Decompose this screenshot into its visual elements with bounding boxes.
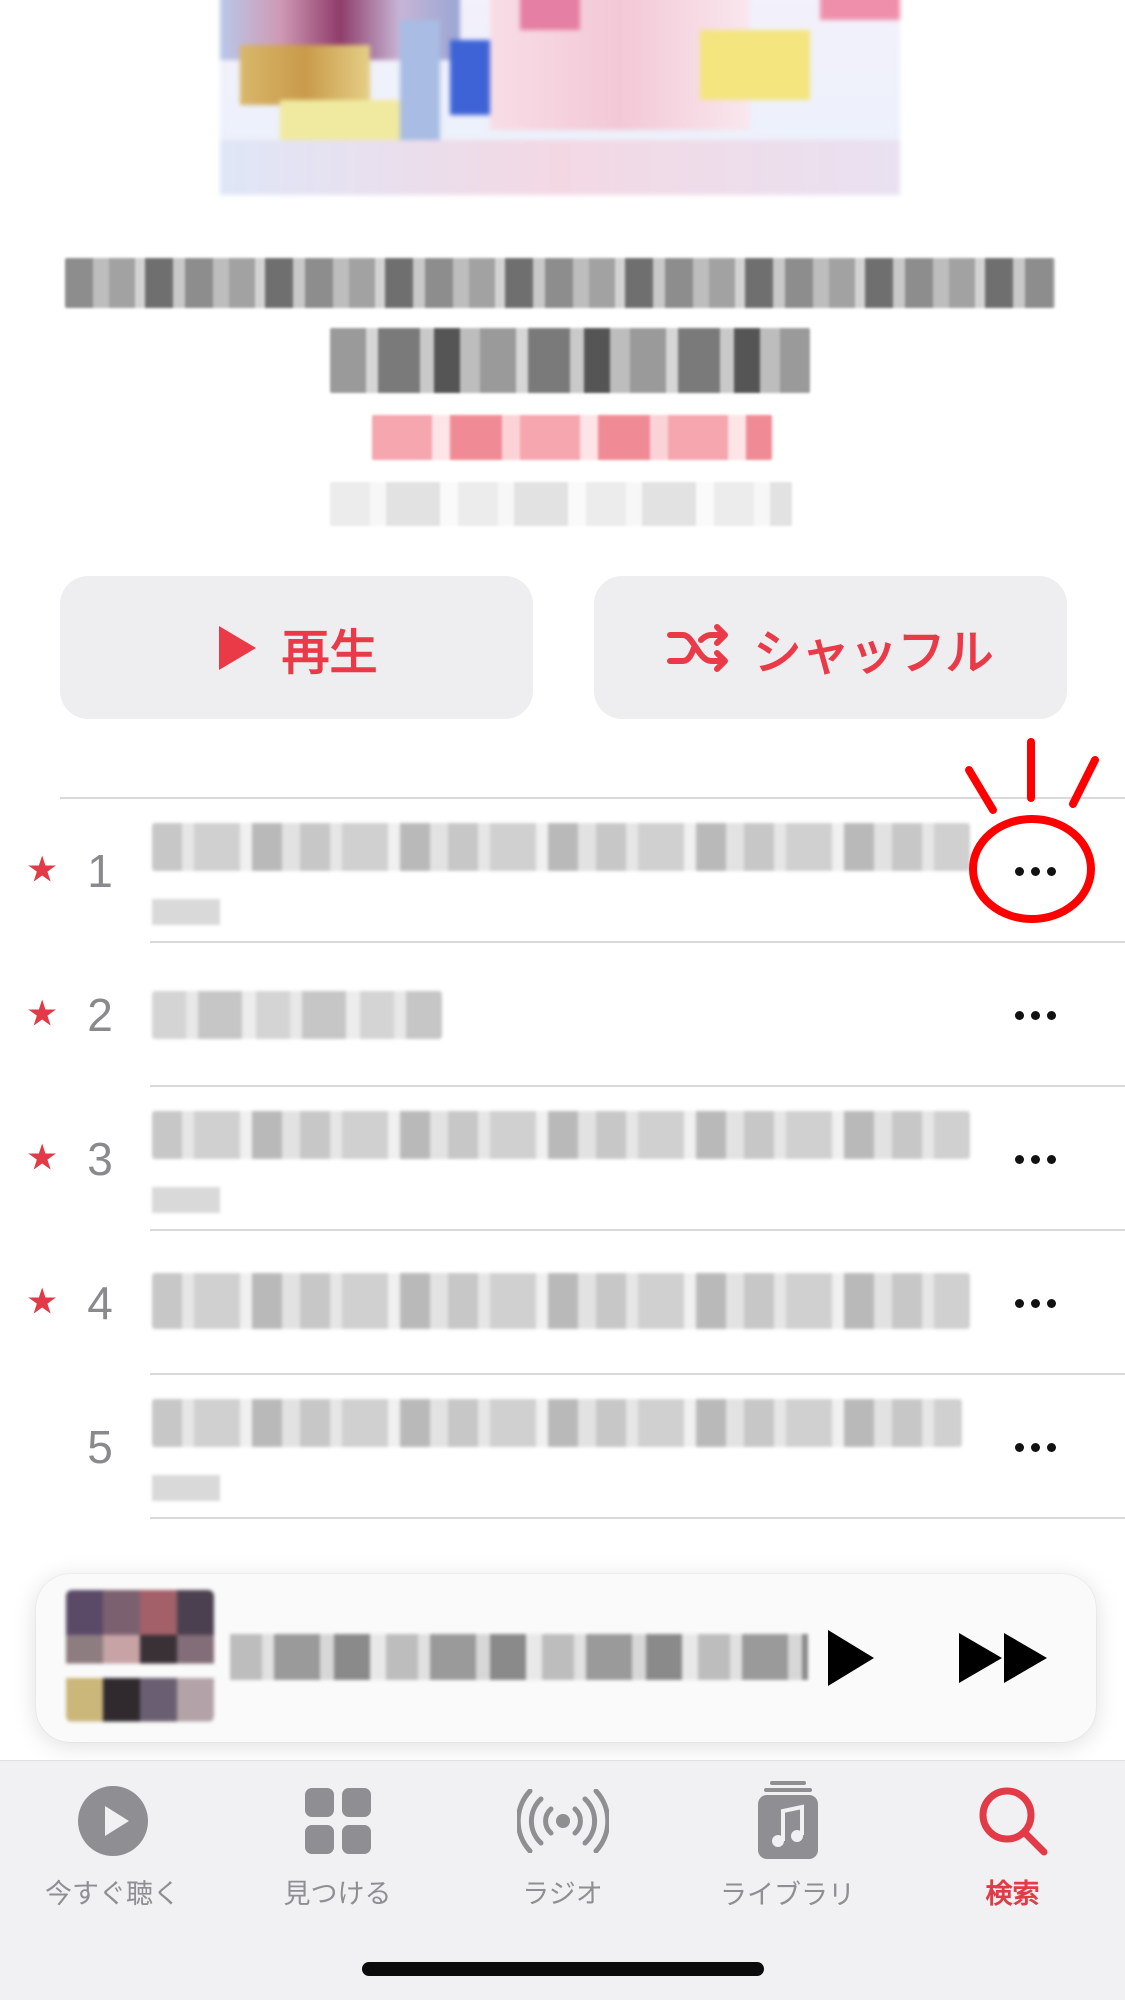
track-subtitle	[152, 1187, 220, 1213]
tab-library[interactable]: ライブラリ	[675, 1781, 900, 1911]
track-row-3[interactable]: ★ 3	[0, 1087, 1125, 1231]
shuffle-icon	[667, 623, 731, 673]
more-options-button[interactable]	[1005, 851, 1065, 891]
radio-broadcast-icon	[516, 1781, 609, 1860]
tab-search[interactable]: 検索	[900, 1781, 1125, 1911]
track-row-4[interactable]: ★ 4	[0, 1231, 1125, 1375]
grid-icon	[304, 1781, 371, 1860]
shuffle-button-label: シャッフル	[753, 624, 994, 681]
favorite-star-icon: ★	[26, 993, 59, 1035]
shuffle-button[interactable]: シャッフル	[594, 576, 1067, 719]
play-button-label: 再生	[281, 624, 378, 681]
track-number: 1	[87, 845, 113, 897]
play-icon	[828, 1630, 874, 1686]
music-library-icon	[756, 1781, 820, 1861]
tab-radio[interactable]: ラジオ	[450, 1781, 675, 1911]
more-options-button[interactable]	[1005, 995, 1065, 1035]
mini-play-button[interactable]	[812, 1620, 888, 1696]
track-subtitle	[152, 899, 220, 925]
tab-listen-now[interactable]: 今すぐ聴く	[0, 1781, 225, 1911]
tab-label: ラジオ	[522, 1879, 603, 1910]
tab-label: 見つける	[283, 1879, 392, 1910]
mini-player[interactable]	[36, 1574, 1096, 1742]
fast-forward-icon	[959, 1633, 1047, 1683]
track-number: 4	[87, 1277, 113, 1329]
track-title	[152, 823, 970, 871]
album-title	[65, 258, 1055, 308]
track-row-2[interactable]: ★ 2	[0, 943, 1125, 1087]
tab-label: 今すぐ聴く	[45, 1879, 180, 1910]
favorite-star-icon: ★	[26, 849, 59, 891]
now-playing-title[interactable]	[230, 1634, 808, 1680]
album-info	[330, 482, 792, 526]
favorite-star-icon: ★	[26, 1137, 59, 1179]
more-options-button[interactable]	[1005, 1139, 1065, 1179]
more-options-button[interactable]	[1005, 1283, 1065, 1323]
track-row-1[interactable]: ★ 1	[0, 799, 1125, 943]
home-indicator[interactable]	[362, 1962, 764, 1976]
play-circle-icon	[77, 1781, 149, 1860]
track-title	[152, 1273, 970, 1329]
track-number: 3	[87, 1133, 113, 1185]
tab-label: ライブラリ	[720, 1880, 855, 1911]
tab-label: 検索	[985, 1879, 1040, 1910]
play-icon	[215, 623, 259, 673]
more-options-button[interactable]	[1005, 1427, 1065, 1467]
tab-browse[interactable]: 見つける	[225, 1781, 450, 1911]
track-subtitle	[152, 1475, 220, 1501]
album-genre	[372, 415, 772, 460]
row-divider	[150, 1517, 1125, 1519]
now-playing-artwork[interactable]	[66, 1590, 214, 1722]
favorite-star-icon: ★	[26, 1281, 59, 1323]
track-title	[152, 991, 442, 1039]
track-title	[152, 1399, 962, 1447]
play-button[interactable]: 再生	[60, 576, 533, 719]
track-row-5[interactable]: 5	[0, 1375, 1125, 1519]
album-artwork	[220, 0, 900, 195]
track-number: 5	[87, 1421, 113, 1473]
album-artist[interactable]	[330, 328, 810, 393]
next-track-button[interactable]	[950, 1620, 1058, 1696]
search-icon	[978, 1781, 1048, 1860]
track-number: 2	[87, 989, 113, 1041]
track-title	[152, 1111, 970, 1159]
